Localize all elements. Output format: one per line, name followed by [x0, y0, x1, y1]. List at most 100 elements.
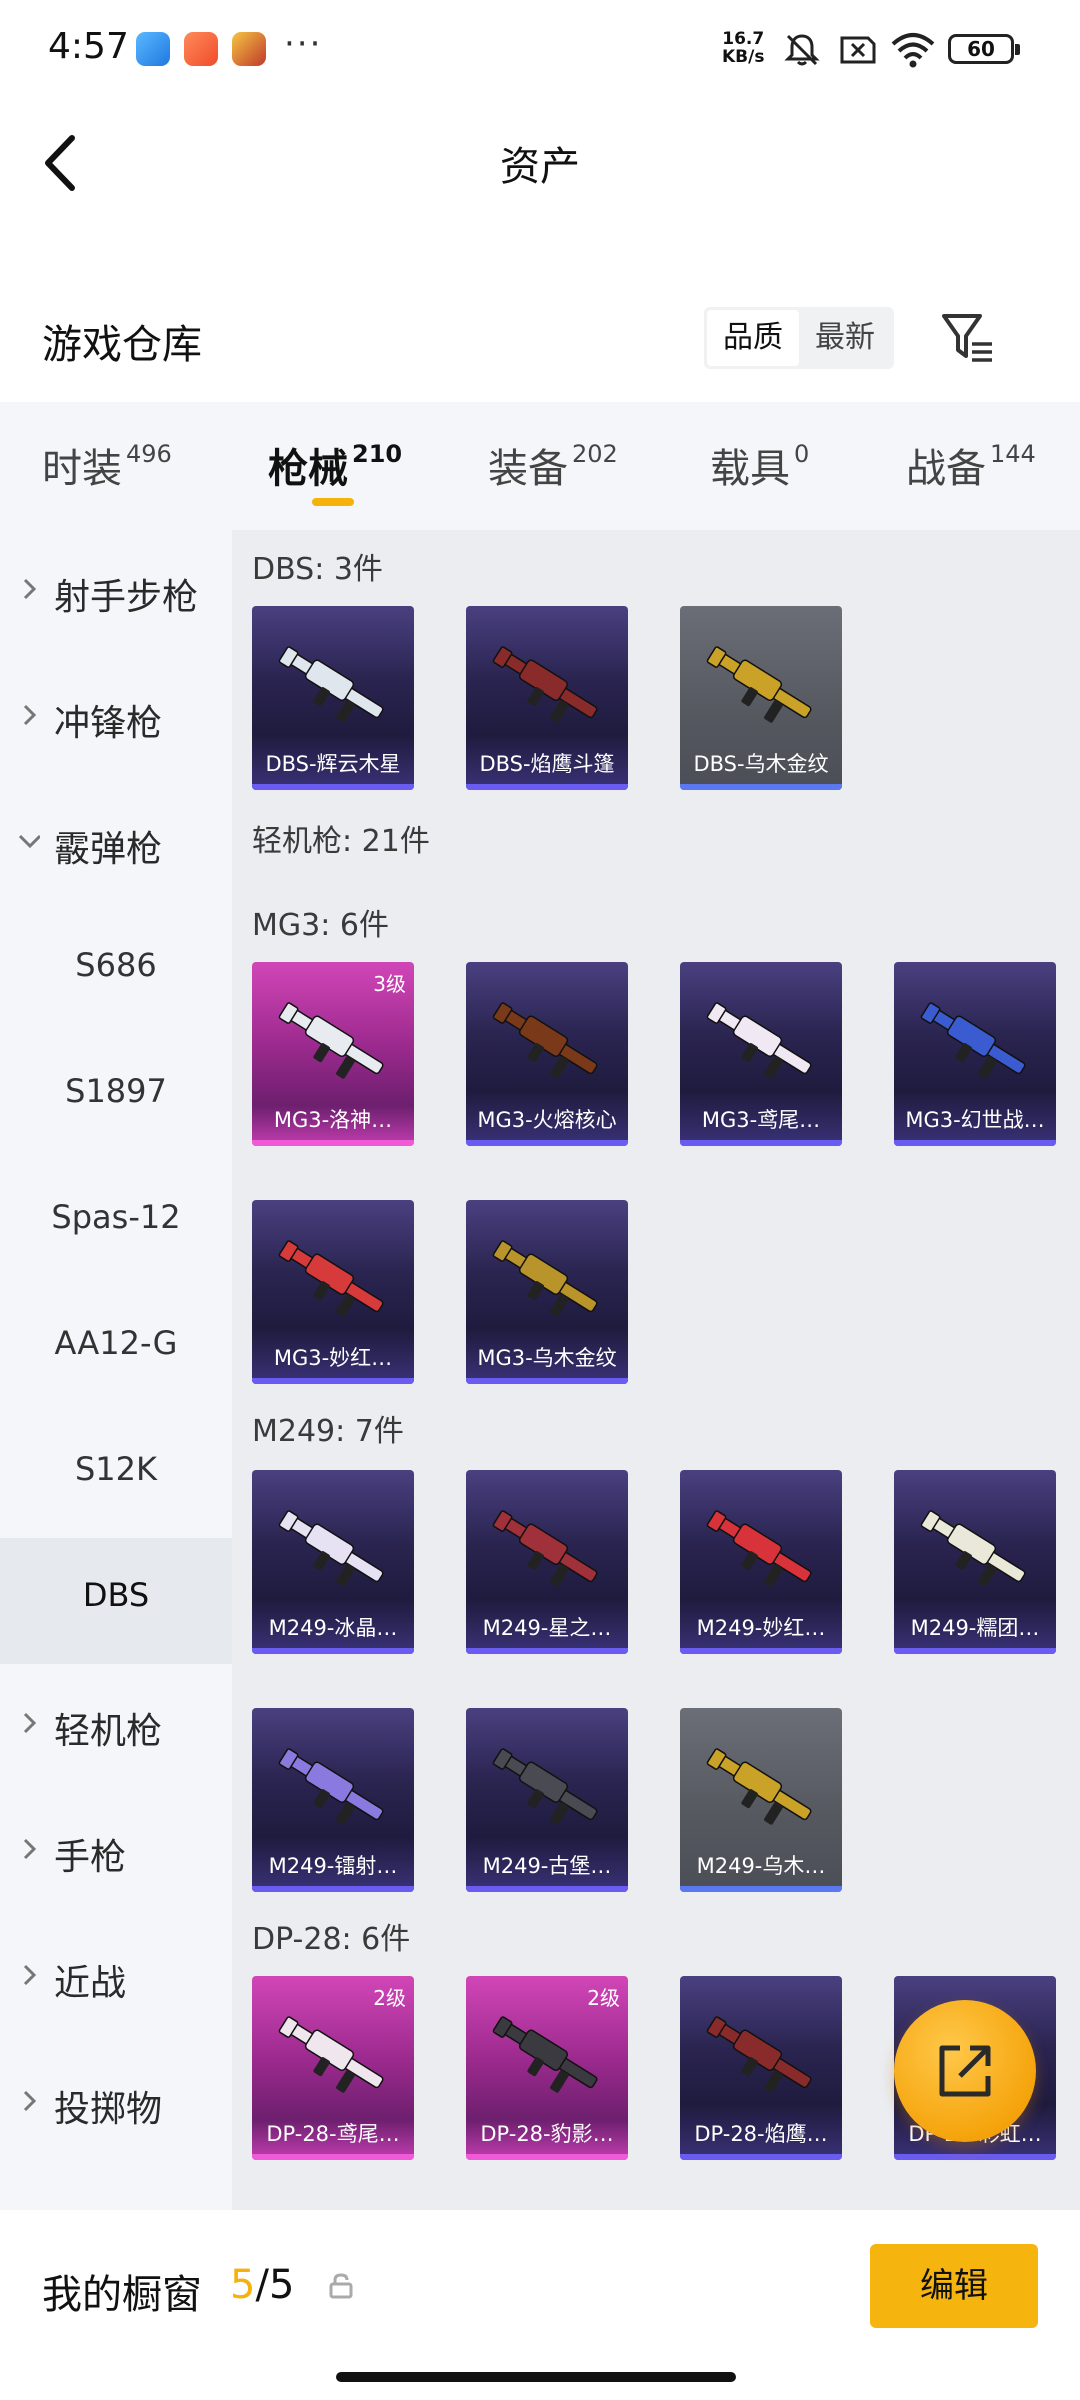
- weapon-name: M249-镭射…: [268, 1854, 398, 1878]
- weapon-card[interactable]: M249-糯团…: [894, 1470, 1056, 1654]
- chevron-right-icon: [23, 1964, 37, 1986]
- status-time: 4:57: [48, 26, 129, 67]
- weapon-image: [706, 1510, 812, 1587]
- tab-label: 装备: [488, 446, 568, 492]
- tab-count: 496: [126, 440, 172, 468]
- chevron-right-icon: [23, 1712, 37, 1734]
- tab-label: 载具: [710, 446, 790, 492]
- weapon-card[interactable]: MG3-乌木金纹: [466, 1200, 628, 1384]
- weapon-card[interactable]: DBS-焰鹰斗篷: [466, 606, 628, 790]
- sidebar-subitem-s686[interactable]: S686: [0, 908, 232, 1034]
- weapon-image: [492, 1002, 598, 1079]
- sidebar-subitem-aa12g[interactable]: AA12-G: [0, 1286, 232, 1412]
- tab-count: 0: [794, 440, 810, 468]
- sidebar-item-marksman-rifle[interactable]: 射手步枪: [0, 530, 232, 656]
- weapon-card[interactable]: M249-妙红…: [680, 1470, 842, 1654]
- tab-count: 202: [572, 440, 618, 468]
- tab-vehicles[interactable]: 载具 0: [710, 436, 809, 494]
- weapon-card[interactable]: M249-镭射…: [252, 1708, 414, 1892]
- weapon-card[interactable]: MG3-火熔核心: [466, 962, 628, 1146]
- tab-count: 144: [990, 440, 1036, 468]
- sidebar-item-label: 投掷物: [54, 2089, 163, 2130]
- sidebar-item-shotgun[interactable]: 霰弹枪: [0, 782, 232, 908]
- group-label-m249: M249: 7件: [252, 1414, 404, 1449]
- tab-count: 210: [352, 440, 403, 468]
- sort-newest-option[interactable]: 最新: [799, 310, 891, 366]
- filter-icon[interactable]: [940, 310, 996, 366]
- tier-bar: [894, 2154, 1056, 2160]
- tier-bar: [466, 2154, 628, 2160]
- weapon-card[interactable]: 3级 MG3-洛神…: [252, 962, 414, 1146]
- weapon-image: [706, 1748, 812, 1825]
- showcase-used: 5: [230, 2262, 256, 2308]
- sidebar-item-smg[interactable]: 冲锋枪: [0, 656, 232, 782]
- sidebar-subitem-dbs[interactable]: DBS: [0, 1538, 232, 1664]
- tier-bar: [680, 1140, 842, 1146]
- tier-bar: [252, 1378, 414, 1384]
- weapon-image: [278, 1748, 384, 1825]
- warehouse-title: 游戏仓库: [42, 322, 202, 368]
- tab-label: 枪械: [268, 446, 348, 492]
- weapon-card[interactable]: M249-古堡…: [466, 1708, 628, 1892]
- sidebar-item-lmg[interactable]: 轻机枪: [0, 1664, 232, 1790]
- sidebar-item-pistol[interactable]: 手枪: [0, 1790, 232, 1916]
- weapon-name: MG3-乌木金纹: [477, 1346, 617, 1370]
- weapon-card[interactable]: DP-28-焰鹰…: [680, 1976, 842, 2160]
- tab-fashion[interactable]: 时装 496: [42, 436, 172, 494]
- sidebar-item-label: Spas-12: [51, 1198, 181, 1236]
- tier-bar: [466, 1886, 628, 1892]
- app-icon-game: [232, 32, 266, 66]
- category-tabs: 时装 496 枪械 210 装备 202 载具 0 战备 144: [0, 402, 1080, 530]
- weapon-name: DBS-焰鹰斗篷: [479, 752, 615, 776]
- sidebar-subitem-spas12[interactable]: Spas-12: [0, 1160, 232, 1286]
- group-label-dp28: DP-28: 6件: [252, 1922, 411, 1957]
- sidebar-item-label: S12K: [74, 1450, 157, 1488]
- sidebar-item-label: S1897: [65, 1072, 167, 1110]
- weapon-card[interactable]: 2级 DP-28-鸢尾…: [252, 1976, 414, 2160]
- group-label-dbs: DBS: 3件: [252, 552, 383, 587]
- weapon-image: [278, 1240, 384, 1317]
- sidebar-item-label: S686: [75, 946, 157, 984]
- weapon-name: M249-星之…: [482, 1616, 612, 1640]
- tab-firearms[interactable]: 枪械 210: [268, 436, 402, 494]
- sidebar-subitem-s12k[interactable]: S12K: [0, 1412, 232, 1538]
- tier-bar: [466, 1140, 628, 1146]
- sidebar-item-melee[interactable]: 近战: [0, 1916, 232, 2042]
- sidebar-item-label: AA12-G: [54, 1324, 178, 1362]
- tier-bar: [894, 1140, 1056, 1146]
- tier-bar: [252, 1140, 414, 1146]
- weapon-card[interactable]: DBS-乌木金纹: [680, 606, 842, 790]
- weapon-name: MG3-幻世战…: [905, 1108, 1045, 1132]
- weapon-card[interactable]: MG3-鸢尾…: [680, 962, 842, 1146]
- weapon-card[interactable]: M249-星之…: [466, 1470, 628, 1654]
- weapon-card[interactable]: DBS-辉云木星: [252, 606, 414, 790]
- chevron-down-icon: [18, 834, 40, 849]
- tier-bar: [680, 2154, 842, 2160]
- sidebar-subitem-s1897[interactable]: S1897: [0, 1034, 232, 1160]
- tier-bar: [466, 784, 628, 790]
- weapon-name: MG3-妙红…: [273, 1346, 393, 1370]
- sidebar-item-label: 轻机枪: [54, 1711, 163, 1752]
- tier-bar: [680, 1648, 842, 1654]
- sort-quality-option[interactable]: 品质: [707, 310, 799, 366]
- tab-supplies[interactable]: 战备 144: [906, 436, 1036, 494]
- showcase-separator: /: [255, 2262, 269, 2308]
- tier-bar: [680, 784, 842, 790]
- weapon-grid: DBS: 3件 轻机枪: 21件 MG3: 6件 M249: 7件 DP-28:…: [232, 530, 1080, 2210]
- weapon-card[interactable]: 2级 DP-28-豹影…: [466, 1976, 628, 2160]
- weapon-card[interactable]: MG3-妙红…: [252, 1200, 414, 1384]
- weapon-image: [920, 1510, 1026, 1587]
- edit-button[interactable]: 编辑: [870, 2244, 1038, 2328]
- weapon-card[interactable]: MG3-幻世战…: [894, 962, 1056, 1146]
- sidebar-item-throwables[interactable]: 投掷物: [0, 2042, 232, 2168]
- weapon-card[interactable]: M249-乌木…: [680, 1708, 842, 1892]
- mute-icon: [784, 34, 820, 66]
- net-speed: 16.7 KB/s: [722, 30, 764, 66]
- item-level-badge: 3级: [373, 972, 406, 996]
- weapon-card[interactable]: M249-冰晶…: [252, 1470, 414, 1654]
- weapon-image: [920, 1002, 1026, 1079]
- weapon-name: M249-妙红…: [696, 1616, 826, 1640]
- tab-equipment[interactable]: 装备 202: [488, 436, 618, 494]
- share-fab[interactable]: [894, 2000, 1036, 2142]
- lock-icon: [329, 2273, 353, 2299]
